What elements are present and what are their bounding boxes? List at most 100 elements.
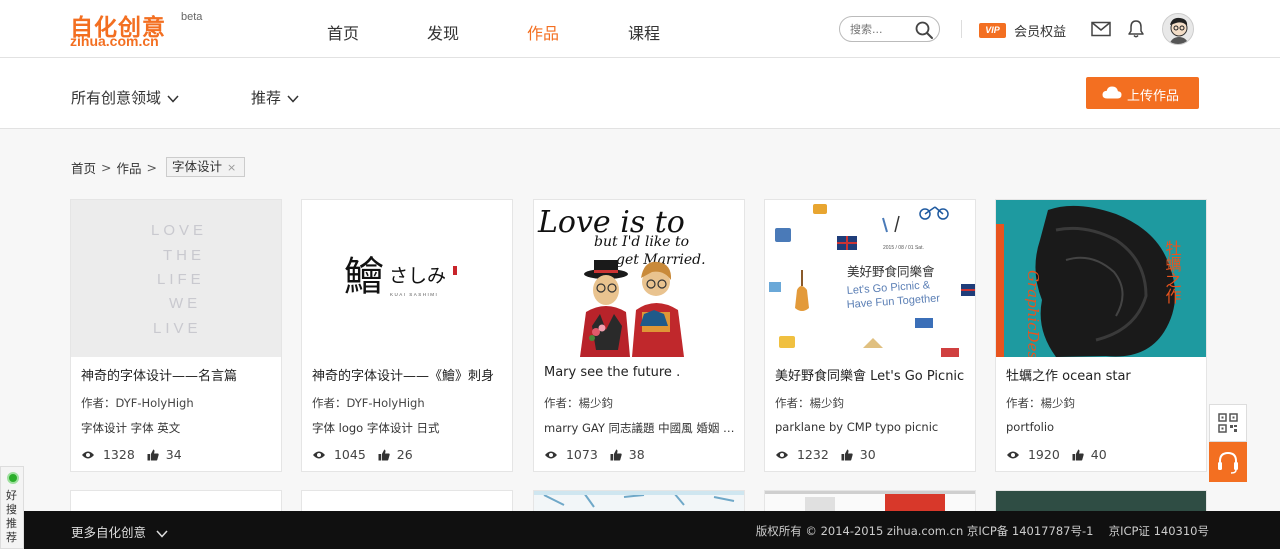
nav-works[interactable]: 作品	[527, 20, 559, 44]
work-stats: 1045 26	[312, 446, 413, 462]
art-line-5: LIVE	[153, 320, 202, 337]
work-author[interactable]: 作者：DYF-HolyHigh	[312, 395, 504, 411]
work-tags[interactable]: marry GAY 同志議題 中國風 婚姻 平權	[544, 420, 736, 436]
chevron-down-icon	[156, 529, 168, 538]
sort-filter-label: 推荐	[251, 89, 282, 107]
search-icon[interactable]	[914, 20, 934, 40]
oyster-poster-artwork: GraphicDesign 牡蠣之作	[996, 200, 1206, 357]
domain-filter-dropdown[interactable]: 所有创意领域	[71, 87, 179, 108]
chevron-down-icon	[167, 94, 179, 103]
work-title[interactable]: 神奇的字体设计——《鱠》刺身	[312, 365, 504, 384]
search-box	[839, 16, 940, 42]
work-thumbnail[interactable]: 2015 / 08 / 01 Sat. 美好野食同樂會 Let's Go Pic…	[765, 200, 975, 357]
art-side-text: 牡蠣之作	[1163, 240, 1182, 304]
work-title[interactable]: 美好野食同樂會 Let's Go Picnic	[775, 365, 967, 384]
sort-filter-dropdown[interactable]: 推荐	[251, 87, 299, 108]
customer-service-button[interactable]	[1209, 442, 1247, 482]
qr-code-button[interactable]	[1209, 404, 1247, 442]
breadcrumb-works[interactable]: 作品	[117, 158, 142, 177]
thumbs-up-icon	[378, 449, 390, 460]
art-kana: さしみ	[389, 265, 446, 287]
work-tags[interactable]: portfolio	[1006, 420, 1198, 434]
work-card[interactable]: Love is to but I'd like to get Married. …	[533, 199, 745, 472]
nav-courses[interactable]: 课程	[628, 20, 660, 44]
work-thumbnail[interactable]: LOVE THE LIFE WE LIVE	[71, 200, 281, 357]
view-count: 1328	[102, 447, 135, 462]
view-count: 1232	[796, 447, 829, 462]
art-date: 2015 / 08 / 01 Sat.	[883, 245, 924, 251]
work-stats: 1073 38	[544, 446, 645, 462]
like-count: 38	[628, 447, 645, 462]
love-the-life-artwork: LOVE THE LIFE WE LIVE	[151, 222, 207, 337]
art-line-2: but I'd like to	[594, 234, 689, 250]
work-author[interactable]: 作者：楊少鈞	[544, 395, 736, 411]
eye-icon	[545, 451, 557, 458]
upload-work-button[interactable]: 上传作品	[1086, 77, 1199, 109]
work-tags[interactable]: 字体设计 字体 英文	[81, 420, 273, 436]
work-card[interactable]: LOVE THE LIFE WE LIVE 神奇的字体设计——名言篇 作者：DY…	[70, 199, 282, 472]
qr-code-icon	[1218, 413, 1238, 433]
art-line-3: LIFE	[157, 271, 205, 288]
bell-icon[interactable]	[1127, 19, 1145, 39]
work-card[interactable]: GraphicDesign 牡蠣之作 牡蠣之作 ocean star 作者：楊少…	[995, 199, 1207, 472]
site-logo[interactable]: 自化创意 zihua.com.cn beta	[70, 8, 202, 50]
breadcrumb-separator: >	[101, 159, 112, 175]
thumbs-up-icon	[147, 449, 159, 460]
search-input[interactable]	[850, 21, 914, 37]
art-vertical-text: GraphicDesign	[1024, 270, 1042, 357]
work-stats: 1920 40	[1006, 446, 1107, 462]
work-author[interactable]: 作者：楊少鈞	[1006, 395, 1198, 411]
work-title[interactable]: Mary see the future .	[544, 365, 736, 380]
art-sub: KUAI SASHIMI	[390, 292, 438, 297]
site-header: 自化创意 zihua.com.cn beta 首页 发现 作品 课程 VIP 会…	[0, 0, 1280, 58]
close-icon[interactable]: ×	[227, 161, 236, 174]
user-avatar[interactable]	[1162, 13, 1194, 45]
mail-icon[interactable]	[1091, 21, 1111, 37]
eye-icon	[313, 451, 325, 458]
footer-copyright: 版权所有 © 2014-2015 zihua.com.cn 京ICP备 1401…	[755, 524, 1209, 538]
work-card[interactable]: 2015 / 08 / 01 Sat. 美好野食同樂會 Let's Go Pic…	[764, 199, 976, 472]
work-title[interactable]: 牡蠣之作 ocean star	[1006, 365, 1198, 384]
art-main-char: 鱠	[344, 254, 384, 300]
breadcrumb: 首页 > 作品 > 字体设计 ×	[71, 157, 246, 177]
chevron-down-icon	[287, 94, 299, 103]
headset-icon	[1218, 451, 1238, 474]
nav-discover[interactable]: 发现	[427, 20, 459, 44]
work-tags[interactable]: parklane by CMP typo picnic	[775, 420, 967, 434]
domain-filter-label: 所有创意领域	[71, 89, 162, 107]
married-couple-artwork: Love is to but I'd like to get Married.	[537, 205, 706, 357]
breadcrumb-separator: >	[146, 159, 157, 175]
active-tag-chip: 字体设计 ×	[166, 157, 246, 177]
footer-more-link[interactable]: 更多自化创意	[71, 522, 168, 541]
art-line-2: THE	[163, 247, 205, 264]
filter-bar: 所有创意领域 推荐 上传作品	[0, 58, 1280, 129]
picnic-poster-artwork: 2015 / 08 / 01 Sat. 美好野食同樂會 Let's Go Pic…	[769, 204, 975, 357]
eye-icon	[776, 451, 788, 458]
breadcrumb-home[interactable]: 首页	[71, 158, 96, 177]
work-tags[interactable]: 字体 logo 字体设计 日式	[312, 420, 504, 436]
thumbs-up-icon	[610, 449, 622, 460]
work-thumbnail[interactable]: 鱠 さしみ KUAI SASHIMI	[302, 200, 512, 357]
logo-en: zihua.com.cn	[70, 33, 159, 49]
work-thumbnail[interactable]: Love is to but I'd like to get Married.	[534, 200, 744, 357]
footer-more-label: 更多自化创意	[71, 525, 147, 540]
kuai-sashimi-artwork: 鱠 さしみ KUAI SASHIMI	[344, 254, 457, 300]
work-stats: 1328 34	[81, 446, 182, 462]
work-card[interactable]: 鱠 さしみ KUAI SASHIMI 神奇的字体设计——《鱠》刺身 作者：DYF…	[301, 199, 513, 472]
cloud-upload-icon	[1102, 86, 1122, 99]
site-footer: 更多自化创意 版权所有 © 2014-2015 zihua.com.cn 京IC…	[24, 511, 1280, 549]
haosou-recommend-widget[interactable]: 好搜推荐	[0, 466, 24, 549]
work-title[interactable]: 神奇的字体设计——名言篇	[81, 365, 273, 384]
vip-link[interactable]: VIP 会员权益	[979, 20, 1067, 40]
work-thumbnail[interactable]: GraphicDesign 牡蠣之作	[996, 200, 1206, 357]
like-count: 30	[859, 447, 876, 462]
work-author[interactable]: 作者：楊少鈞	[775, 395, 967, 411]
nav-home[interactable]: 首页	[327, 20, 359, 44]
thumbs-up-icon	[841, 449, 853, 460]
art-title-cn: 美好野食同樂會	[847, 264, 935, 279]
art-line-1: LOVE	[151, 222, 207, 239]
upload-label: 上传作品	[1127, 89, 1180, 104]
haosou-recommend-label: 好搜推荐	[6, 489, 17, 544]
vip-label: 会员权益	[1014, 25, 1067, 40]
work-author[interactable]: 作者：DYF-HolyHigh	[81, 395, 273, 411]
